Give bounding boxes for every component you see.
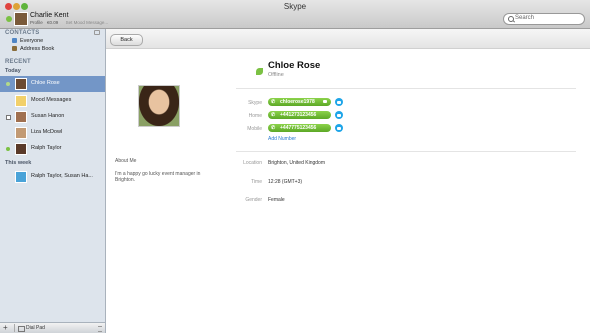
list-item[interactable]: Susan Hanon <box>0 109 105 125</box>
search-icon <box>508 16 514 22</box>
avatar <box>15 127 27 139</box>
divider <box>14 324 15 332</box>
contact-profile-pane: Back Chloe Rose Offline Skype ✆ chloeros… <box>106 29 590 333</box>
phone-icon: ✆ <box>271 112 276 118</box>
everyone-icon <box>12 38 17 44</box>
status-icon <box>6 82 10 86</box>
back-button[interactable]: Back <box>110 34 143 46</box>
list-item[interactable]: Ralph Taylor, Susan Ha... <box>0 169 105 185</box>
online-status-icon[interactable] <box>6 16 12 22</box>
list-item-label: Chloe Rose <box>31 80 60 86</box>
title-bar: Skype Charlie Kent Profile €0.09 Set Moo… <box>0 0 590 29</box>
contacts-section-title: CONTACTS <box>5 30 40 36</box>
profile-name[interactable]: Charlie Kent <box>30 12 69 19</box>
mood-messages-icon <box>15 95 27 107</box>
this-week-group-label: This week <box>5 160 32 166</box>
group-chat-icon <box>15 171 27 183</box>
phone-icon: ✆ <box>271 99 276 105</box>
call-home-button[interactable]: ✆ +441273123456 <box>268 111 331 119</box>
video-call-icon[interactable] <box>323 100 327 103</box>
about-me-text: I'm a happy go lucky event manager in Br… <box>115 171 201 183</box>
field-label-location: Location <box>243 160 262 166</box>
search-placeholder: Search <box>515 15 535 21</box>
profile-avatar[interactable] <box>14 12 28 26</box>
contact-name: Chloe Rose <box>268 60 321 71</box>
main-toolbar: Back <box>106 29 590 49</box>
list-item-label: Ralph Taylor, Susan Ha... <box>31 173 93 179</box>
sidebar-item-address-book[interactable]: Address Book <box>12 46 54 52</box>
gender-value: Female <box>268 197 285 203</box>
list-item-label: Liza McDowl <box>31 129 63 135</box>
sidebar-item-label: Everyone <box>20 38 44 44</box>
sidebar-item-label: Address Book <box>20 46 55 52</box>
mobile-number: +447775123456 <box>280 125 317 131</box>
list-item-label: Mood Messages <box>31 97 72 103</box>
about-me-label: About Me <box>115 158 137 164</box>
divider <box>236 151 576 152</box>
dial-pad-icon <box>18 326 25 332</box>
field-label-mobile: Mobile <box>247 126 262 132</box>
window-title: Skype <box>283 2 307 11</box>
resize-grip-icon[interactable] <box>98 326 102 332</box>
mood-message-field[interactable]: Set Mood Message... <box>66 20 109 25</box>
sidebar: CONTACTS Everyone Address Book RECENT To… <box>0 29 106 333</box>
avatar <box>15 111 27 123</box>
list-item[interactable]: Mood Messages <box>0 93 105 109</box>
sms-button[interactable] <box>335 111 343 119</box>
add-number-link[interactable]: Add Number <box>268 136 296 142</box>
add-contact-button[interactable]: + <box>3 323 8 332</box>
call-skype-button[interactable]: ✆ chloerose1978 <box>268 98 331 106</box>
contact-photo <box>138 85 180 127</box>
divider <box>236 88 576 89</box>
profile-subline: Profile €0.09 Set Mood Message... <box>30 20 108 25</box>
chat-button[interactable] <box>335 98 343 106</box>
field-label-skype: Skype <box>248 100 262 106</box>
status-icon <box>6 115 11 120</box>
today-group-label: Today <box>5 68 21 74</box>
avatar <box>15 78 27 90</box>
address-book-icon <box>12 46 17 52</box>
sidebar-item-everyone[interactable]: Everyone <box>12 38 43 44</box>
search-input[interactable]: Search <box>503 13 585 25</box>
recent-section-title: RECENT <box>5 59 31 65</box>
list-item[interactable]: Ralph Taylor <box>0 141 105 157</box>
field-label-gender: Gender <box>245 197 262 203</box>
home-number: +441273123456 <box>280 112 317 118</box>
profile-link[interactable]: Profile <box>30 20 43 25</box>
dial-pad-button[interactable]: Dial Pad <box>26 325 45 331</box>
list-item[interactable]: Liza McDowl <box>0 125 105 141</box>
list-item-label: Ralph Taylor <box>31 145 62 151</box>
status-icon <box>6 147 10 151</box>
local-time-value: 12:28 (GMT+3) <box>268 179 303 185</box>
credit-balance: €0.09 <box>47 20 59 25</box>
sms-button[interactable] <box>335 124 343 132</box>
avatar <box>15 143 27 155</box>
contact-status: Offline <box>268 72 284 78</box>
phone-icon: ✆ <box>271 125 276 131</box>
list-item[interactable]: Chloe Rose <box>0 76 105 92</box>
skype-name: chloerose1978 <box>280 99 315 105</box>
field-label-home: Home <box>248 113 262 119</box>
call-mobile-button[interactable]: ✆ +447775123456 <box>268 124 331 132</box>
sidebar-bottom-bar: + Dial Pad <box>0 322 105 333</box>
field-label-time: Time <box>251 179 262 185</box>
offline-status-icon <box>256 68 263 75</box>
contacts-options-icon[interactable] <box>94 30 100 35</box>
list-item-label: Susan Hanon <box>31 113 65 119</box>
location-value: Brighton, United Kingdom <box>268 160 325 166</box>
